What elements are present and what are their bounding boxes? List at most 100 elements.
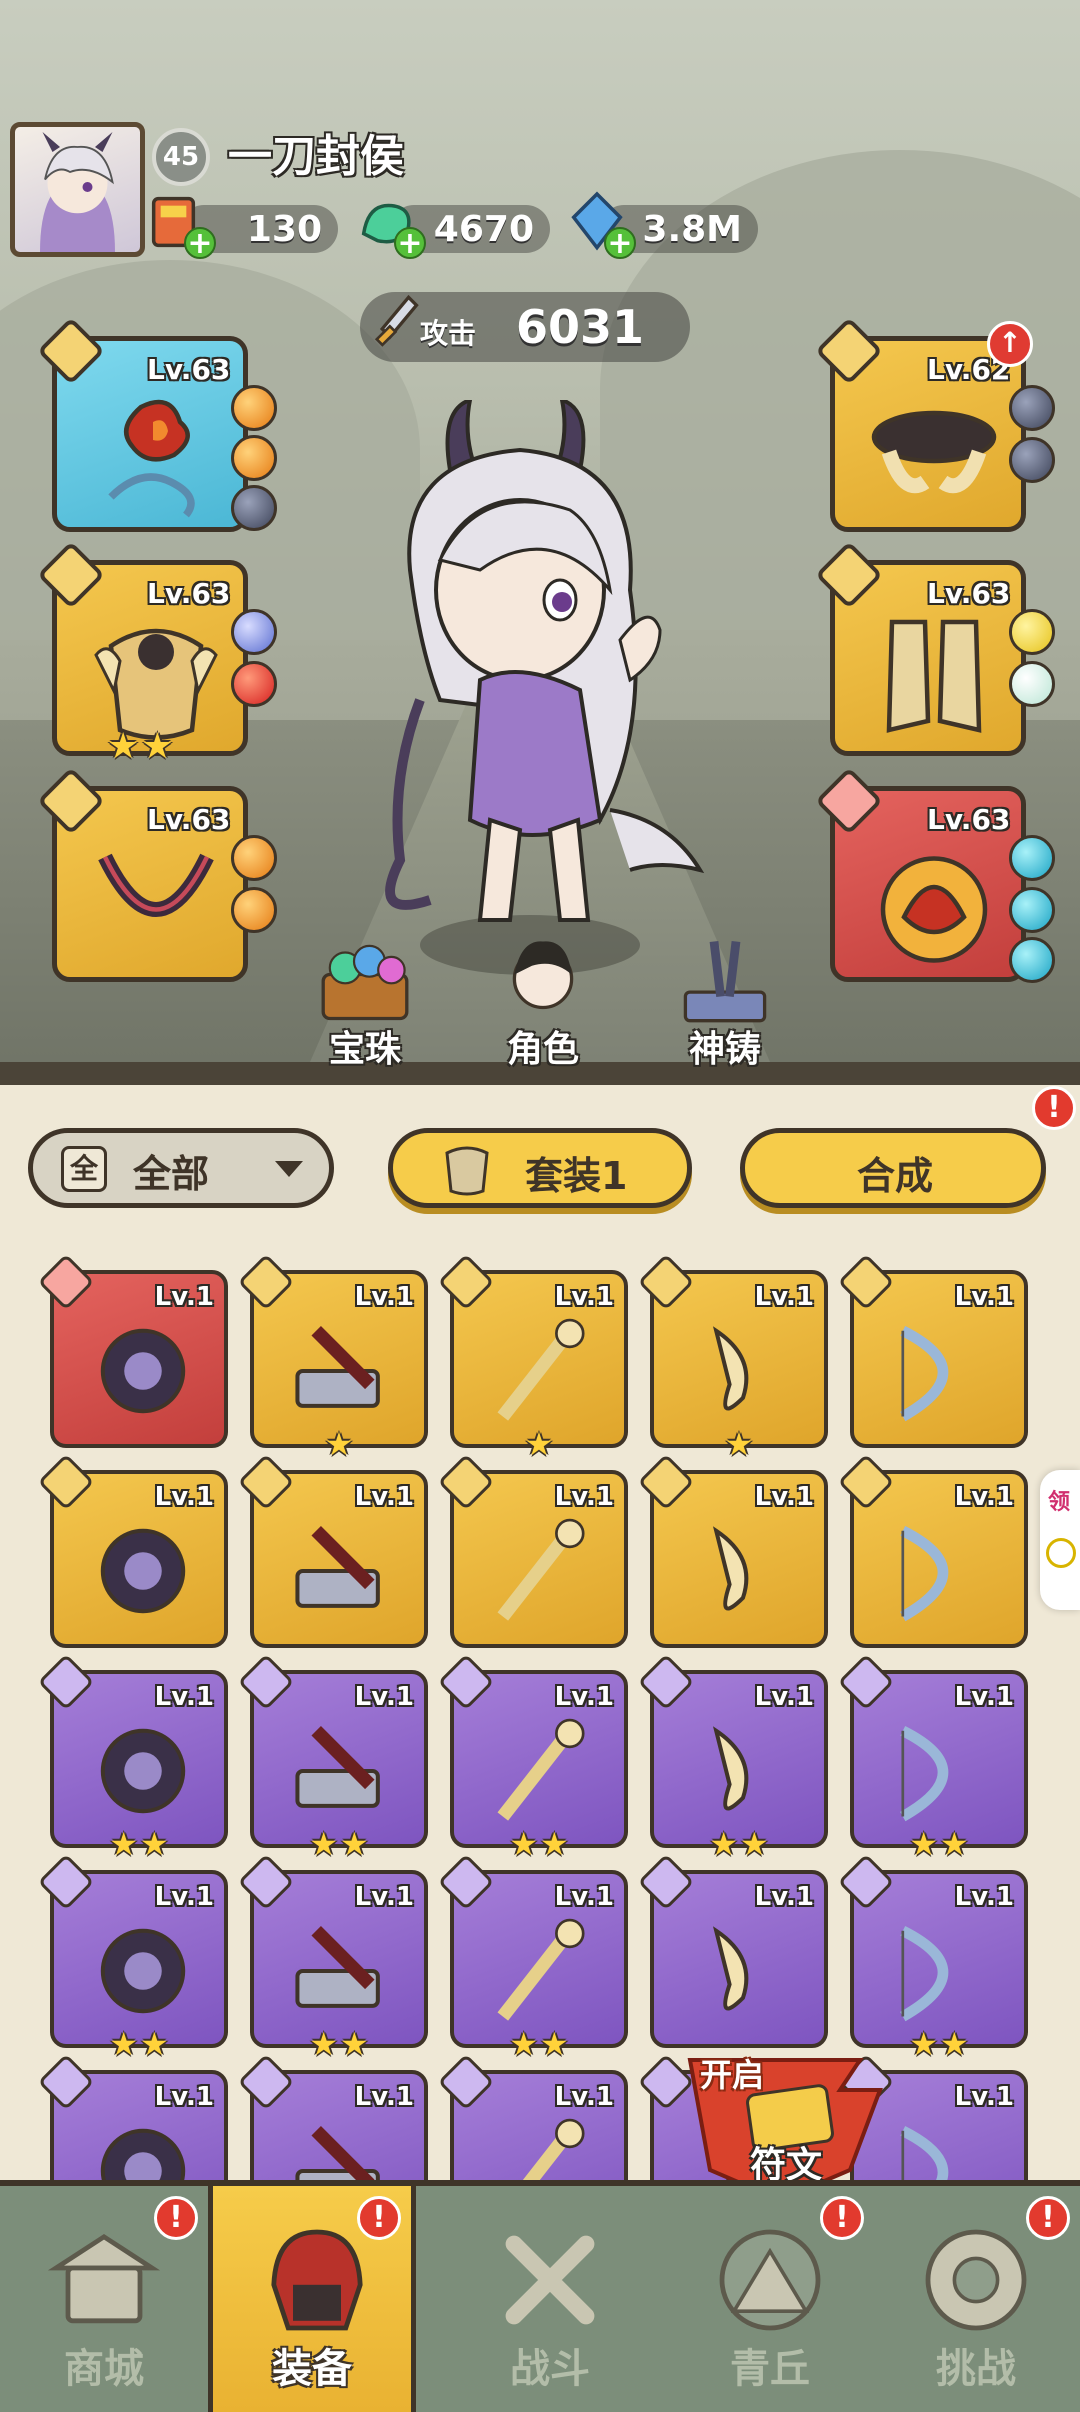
star-rating: ★ ★ — [709, 1828, 768, 1860]
character-button[interactable]: 角色 — [468, 930, 618, 1070]
star-rating: ★ — [725, 1428, 754, 1460]
tab-shop[interactable]: 商城 ! — [0, 2186, 208, 2412]
player-avatar[interactable] — [10, 122, 145, 257]
equipment-item-icon — [100, 1328, 186, 1414]
inventory-item[interactable]: Lv.1 ★ ★ — [437, 1653, 628, 1860]
inventory-item[interactable]: Lv.1 ★ ★ — [237, 1653, 428, 1860]
challenge-alert-badge: ! — [1026, 2196, 1070, 2240]
equipment-item-icon — [712, 1326, 749, 1411]
tab-battle[interactable]: 战斗 — [446, 2186, 654, 2412]
star-icon: ★ — [340, 1825, 369, 1863]
equipment-item-icon — [295, 1726, 380, 1808]
gem-socket — [1009, 887, 1055, 933]
inventory-item[interactable]: Lv.1 — [437, 1453, 628, 1648]
resource-jade-value: 4670 — [433, 209, 534, 250]
equip-slot-weapon[interactable]: Lv.63 — [37, 317, 277, 532]
tab-challenge[interactable]: 挑战 ! — [872, 2186, 1080, 2412]
gem-socket — [1009, 835, 1055, 881]
inventory-item[interactable]: Lv.1 ★ ★ — [437, 1853, 628, 2060]
equipment-item-icon — [295, 1326, 380, 1408]
inventory-item[interactable]: Lv.1 — [837, 1253, 1028, 1448]
gem-socket — [1009, 609, 1055, 655]
tab-equipment-label: 装备 — [272, 2346, 352, 2392]
inventory-item[interactable]: Lv.1 ★ — [237, 1253, 428, 1460]
equip-slot-belt[interactable]: Lv.62 ↑ — [815, 317, 1055, 532]
star-rating: ★ ★ — [909, 1828, 968, 1860]
side-claim-label: 领 — [1048, 1490, 1071, 1515]
equip-slot-necklace[interactable]: Lv.63 — [37, 767, 277, 982]
craft-alert-badge: ! — [1032, 1086, 1076, 1130]
hero-character[interactable] — [330, 400, 730, 960]
inventory-item[interactable]: Lv.1 ★ — [437, 1253, 628, 1460]
orb-button[interactable]: 宝珠 — [290, 930, 440, 1070]
gem-socket — [231, 661, 277, 707]
mountain-icon — [719, 2229, 821, 2331]
inventory-item[interactable]: Lv.1 ★ ★ — [837, 1853, 1028, 2060]
chevron-down-icon — [275, 1161, 303, 1177]
inventory-item[interactable]: Lv.1 — [37, 1253, 228, 1448]
gem-socket — [231, 609, 277, 655]
rune-unlock-button[interactable]: 开启 符文 — [680, 2050, 890, 2200]
star-rating: ★ ★ — [309, 2028, 368, 2060]
star-icon: ★ — [140, 2025, 169, 2063]
inventory-item[interactable]: Lv.1 — [837, 1453, 1028, 1648]
inventory-item[interactable]: Lv.1 ★ ★ — [37, 1853, 228, 2060]
star-rating: ★ ★ — [509, 1828, 568, 1860]
star-icon: ★ — [509, 2025, 538, 2063]
dark-necklace-icon — [98, 853, 214, 917]
category-filter-dropdown[interactable]: 全 全部 — [28, 1128, 334, 1208]
divine-forge-button[interactable]: 神铸 — [650, 930, 800, 1070]
attack-label: 攻击 — [420, 317, 477, 350]
equip-slot-boots[interactable]: Lv.63 — [815, 541, 1055, 756]
tab-shop-label: 商城 — [64, 2346, 144, 2392]
inventory-item[interactable]: Lv.1 ★ ★ — [637, 1653, 828, 1860]
inventory-item[interactable]: Lv.1 ★ ★ — [237, 1853, 428, 2060]
add-ticket-button[interactable]: + — [184, 227, 216, 259]
resource-jade[interactable]: + 4670 — [361, 203, 550, 259]
star-rating: ★ ★ — [109, 2028, 168, 2060]
equipment-item-icon — [100, 1528, 186, 1614]
star-icon: ★ — [524, 1425, 554, 1463]
resource-ticket[interactable]: + 130 — [151, 196, 338, 259]
inventory-item[interactable]: Lv.1 ★ ★ — [837, 1653, 1028, 1860]
gem-socket — [231, 385, 277, 431]
star-icon: ★ — [324, 1425, 354, 1463]
gem-socket — [231, 887, 277, 933]
avatar-portrait-icon — [40, 132, 115, 252]
inventory-item[interactable]: Lv.1 — [637, 1853, 828, 2048]
flower-whip-icon — [108, 399, 195, 518]
tab-equipment[interactable]: 装备 ! — [208, 2186, 416, 2412]
resource-crystal[interactable]: + 3.8M — [571, 191, 758, 259]
gem-socket — [1009, 385, 1055, 431]
suit-button[interactable]: 套装1 — [388, 1128, 692, 1208]
star-icon: ★ — [340, 2025, 369, 2063]
character-label: 角色 — [506, 1029, 579, 1070]
craft-button[interactable]: 合成 — [740, 1128, 1046, 1208]
inventory-item[interactable]: Lv.1 — [637, 1453, 828, 1648]
equip-slot-ornament[interactable]: Lv.63 — [815, 767, 1055, 983]
gem-socket — [231, 835, 277, 881]
player-name: 一刀封侯 — [228, 131, 404, 182]
inventory-item[interactable]: Lv.1 — [237, 1453, 428, 1648]
add-jade-button[interactable]: + — [394, 227, 426, 259]
add-crystal-button[interactable]: + — [604, 227, 636, 259]
inventory-item[interactable]: Lv.1 ★ ★ — [37, 1653, 228, 1860]
suit-label: 套装1 — [525, 1154, 628, 1198]
bottom-navigation: 商城 ! 装备 ! 战斗 青丘 ! 挑战 ! — [0, 2180, 1080, 2412]
equip-slot-armor[interactable]: Lv.63 ★ ★ — [37, 541, 277, 765]
star-rating: ★ ★ — [109, 1828, 168, 1860]
shop-icon — [47, 2233, 161, 2324]
gem-socket — [231, 435, 277, 481]
equipment-item-icon — [497, 1918, 585, 2021]
attack-value: 6031 — [516, 300, 645, 354]
tab-qingqiu[interactable]: 青丘 ! — [666, 2186, 874, 2412]
equipment-item-icon — [100, 1728, 186, 1814]
inventory-item[interactable]: Lv.1 — [37, 1453, 228, 1648]
star-rating: ★ ★ — [909, 2028, 968, 2060]
armor-set-icon — [445, 1146, 489, 1196]
gem-socket — [231, 485, 277, 531]
inventory-item[interactable]: Lv.1 ★ — [637, 1253, 828, 1460]
star-icon: ★ — [540, 1825, 569, 1863]
side-claim-tab[interactable]: 领 — [1040, 1470, 1080, 1610]
gem-socket — [1009, 937, 1055, 983]
